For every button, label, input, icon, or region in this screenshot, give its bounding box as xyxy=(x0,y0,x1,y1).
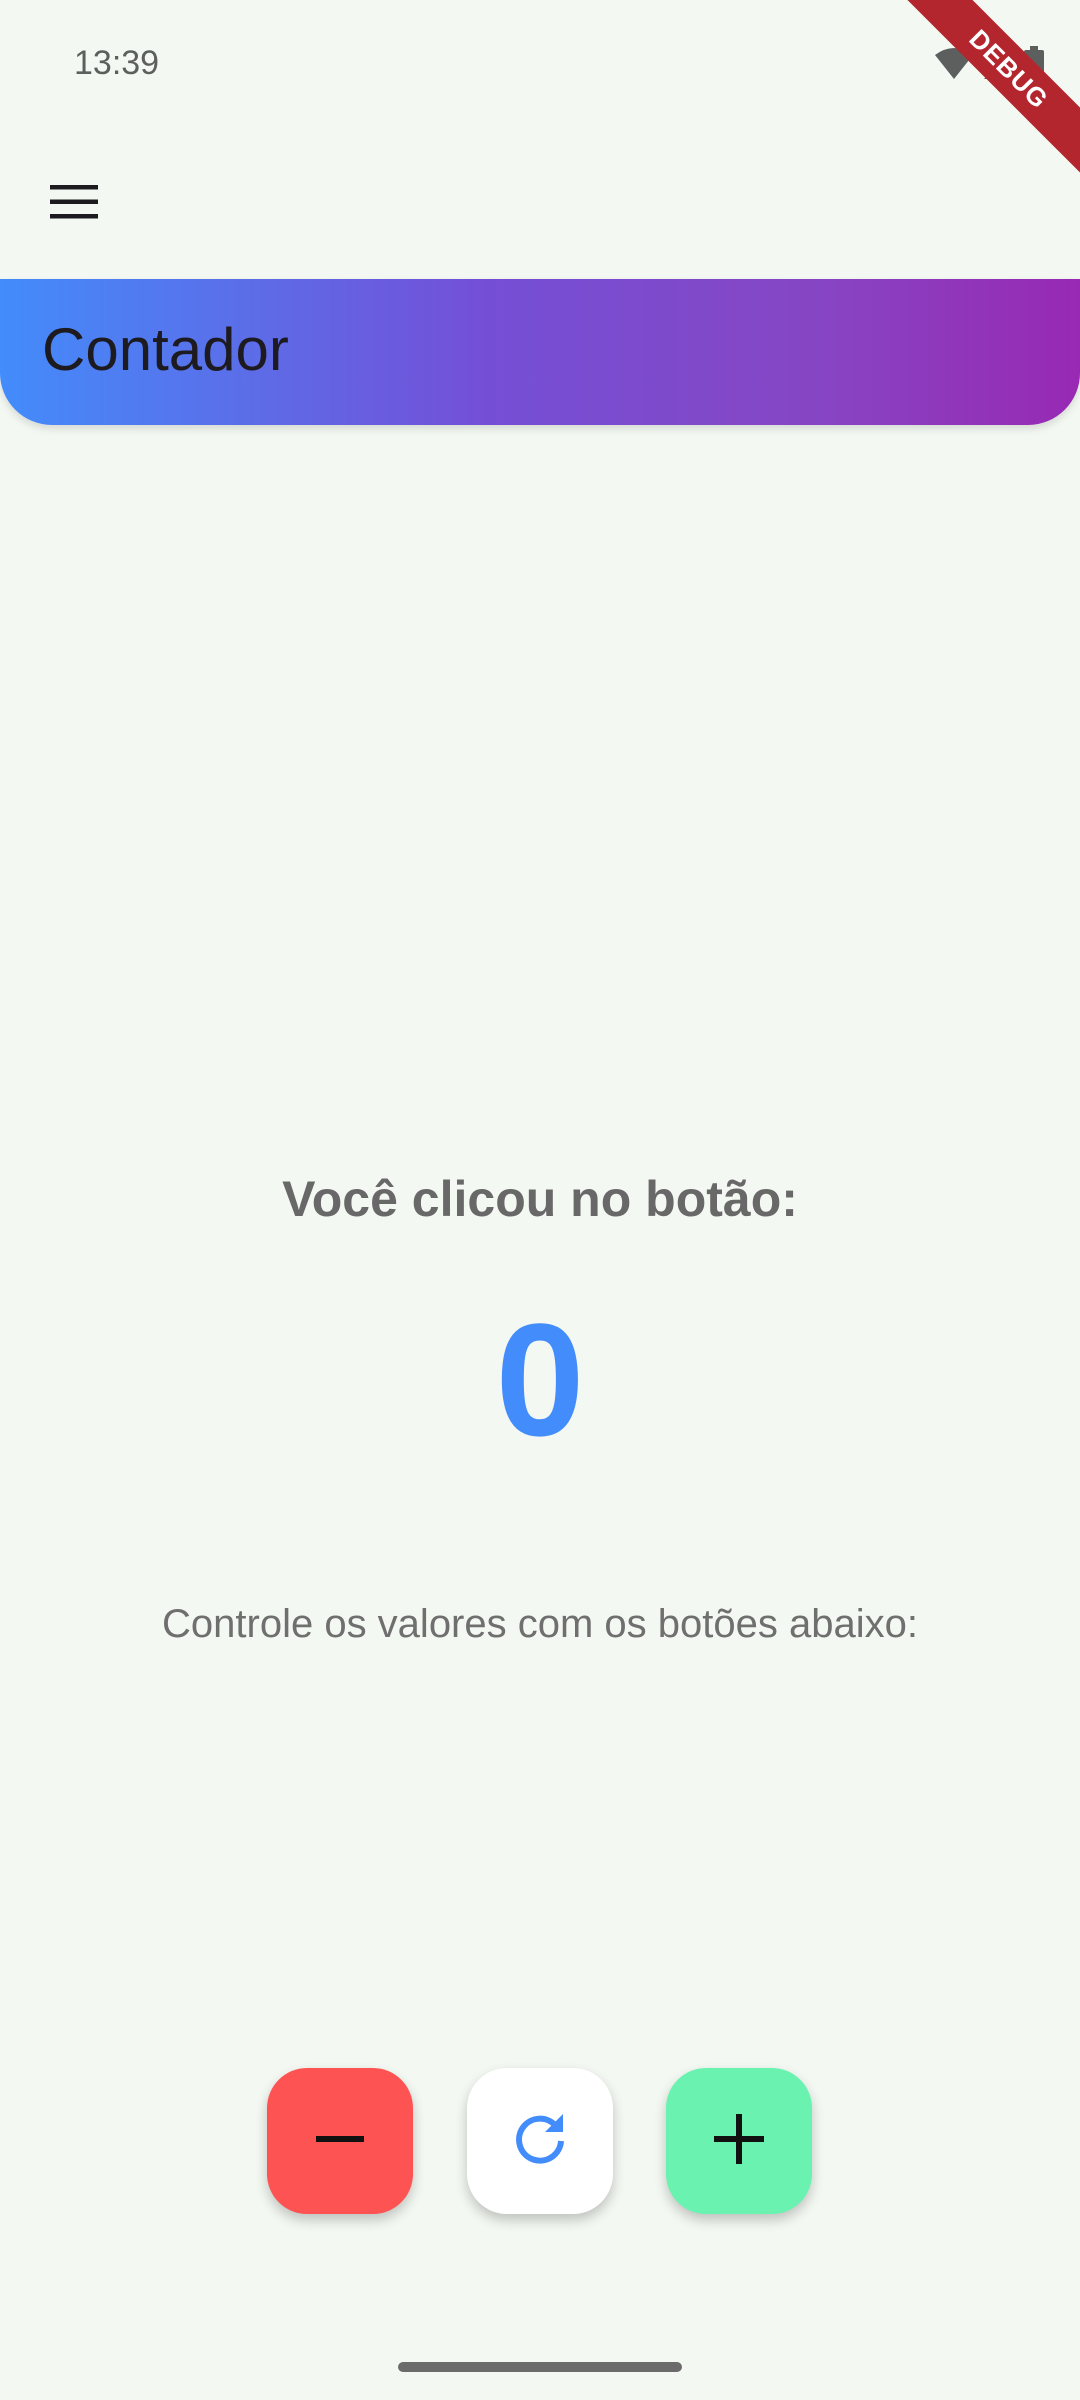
counter-value: 0 xyxy=(495,1290,585,1469)
hamburger-menu-icon xyxy=(50,184,98,224)
plus-icon xyxy=(714,2113,764,2169)
battery-icon xyxy=(1024,46,1044,87)
refresh-icon xyxy=(511,2110,569,2173)
status-time: 13:39 xyxy=(74,44,160,82)
wifi-icon xyxy=(934,47,974,86)
app-screen: 13:39 DEBUG Contador Você clicou no botã… xyxy=(0,0,1080,2400)
controls-hint: Controle os valores com os botões abaixo… xyxy=(162,1602,918,1646)
page-title: Contador xyxy=(42,316,289,383)
reset-button[interactable] xyxy=(467,2068,613,2214)
counter-label: Você clicou no botão: xyxy=(282,1171,798,1227)
status-bar: 13:39 xyxy=(0,0,1080,130)
increment-button[interactable] xyxy=(666,2068,812,2214)
minus-icon xyxy=(316,2115,364,2168)
cellular-signal-icon xyxy=(982,47,1016,86)
home-indicator[interactable] xyxy=(398,2362,682,2372)
decrement-button[interactable] xyxy=(267,2068,413,2214)
status-icons xyxy=(934,46,1044,87)
title-header: Contador xyxy=(0,279,1080,425)
menu-button[interactable] xyxy=(34,168,114,240)
